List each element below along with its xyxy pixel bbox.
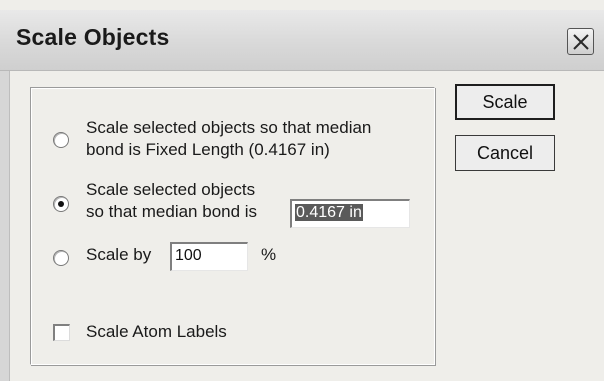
scale-objects-dialog: Scale Objects Scale selected objects so … bbox=[0, 0, 604, 381]
scale-atom-labels-label: Scale Atom Labels bbox=[86, 322, 227, 341]
cancel-button[interactable]: Cancel bbox=[455, 135, 555, 171]
median-bond-label-line2: so that median bond is bbox=[86, 202, 258, 221]
close-button[interactable] bbox=[567, 28, 594, 55]
window-left-border bbox=[0, 71, 10, 381]
scale-percent-value: 100 bbox=[175, 247, 202, 264]
scale-atom-labels-checkbox[interactable] bbox=[53, 324, 70, 341]
title-bar: Scale Objects bbox=[0, 10, 604, 71]
median-bond-length-value: 0.4167 in bbox=[295, 204, 363, 221]
dialog-title: Scale Objects bbox=[16, 24, 170, 50]
close-icon bbox=[573, 34, 589, 50]
median-bond-length-input[interactable]: 0.4167 in bbox=[290, 199, 410, 228]
median-bond-label-line1: Scale selected objects bbox=[86, 180, 256, 199]
radio-scale-by[interactable] bbox=[53, 250, 69, 266]
fixed-length-label-line1: Scale selected objects so that median bbox=[86, 118, 372, 137]
radio-selected-dot bbox=[58, 201, 64, 207]
radio-fixed-length[interactable] bbox=[53, 132, 69, 148]
scale-button[interactable]: Scale bbox=[455, 84, 555, 120]
radio-median-bond[interactable] bbox=[53, 196, 69, 212]
scale-percent-input[interactable]: 100 bbox=[170, 242, 248, 271]
percent-unit-label: % bbox=[261, 245, 277, 264]
fixed-length-label-line2: bond is Fixed Length (0.4167 in) bbox=[86, 140, 330, 159]
scale-by-label: Scale by bbox=[86, 245, 152, 264]
